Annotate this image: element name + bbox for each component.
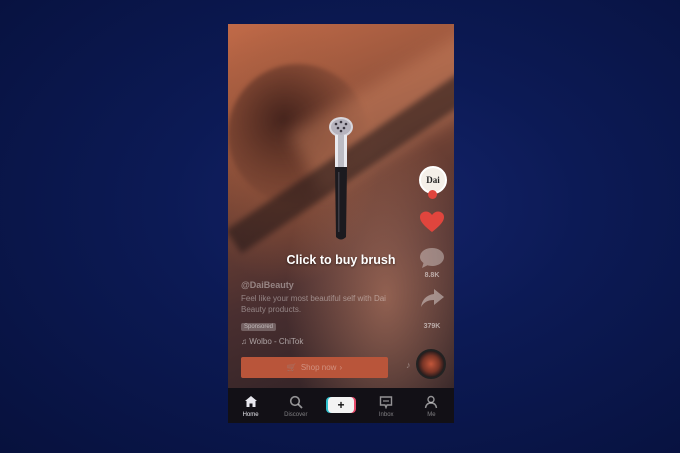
nav-item-create[interactable]: + bbox=[318, 388, 363, 423]
plus-icon: + bbox=[328, 397, 354, 413]
music-disc[interactable] bbox=[416, 349, 446, 379]
search-icon bbox=[289, 395, 303, 409]
comment-icon[interactable] bbox=[418, 246, 446, 270]
nav-label-discover: Discover bbox=[284, 412, 308, 418]
nav-label-me: Me bbox=[427, 412, 436, 418]
shop-now-label: Shop now bbox=[300, 363, 337, 372]
cart-icon: 🛒 bbox=[286, 363, 297, 372]
inbox-icon bbox=[380, 396, 393, 409]
nav-item-me[interactable]: Me bbox=[409, 388, 454, 423]
heart-icon[interactable] bbox=[418, 210, 446, 234]
floating-note-icon: ♪ bbox=[406, 360, 411, 370]
sponsored-badge: Sponsored bbox=[241, 323, 277, 331]
share-count: 379K bbox=[423, 323, 441, 330]
comment-count: 8.8K bbox=[424, 272, 440, 279]
nav-item-home[interactable]: Home bbox=[228, 388, 273, 423]
post-metadata: @DaiBeauty Feel like your most beautiful… bbox=[241, 280, 411, 346]
nav-item-discover[interactable]: Discover bbox=[273, 388, 318, 423]
chevron-right-icon: › bbox=[339, 363, 343, 372]
nav-item-inbox[interactable]: Inbox bbox=[364, 388, 409, 423]
makeup-brush-product[interactable] bbox=[328, 117, 354, 241]
bottom-nav: Home Discover + Inbox Me bbox=[228, 388, 454, 423]
profile-icon bbox=[425, 395, 438, 409]
music-note-icon: ♫ bbox=[241, 337, 247, 346]
avatar-text: Dai bbox=[426, 175, 440, 185]
music-track[interactable]: ♫ Wolbo - ChiTok bbox=[241, 337, 411, 346]
home-icon bbox=[244, 396, 257, 407]
creator-handle[interactable]: @DaiBeauty bbox=[241, 280, 411, 290]
nav-label-home: Home bbox=[242, 412, 259, 418]
follow-button[interactable] bbox=[428, 190, 437, 199]
phone-screen: Click to buy brush Dai 8.8K 379K @DaiBea… bbox=[228, 24, 454, 423]
share-icon[interactable] bbox=[418, 286, 446, 310]
post-description: Feel like your most beautiful self with … bbox=[241, 294, 386, 314]
music-track-label: Wolbo - ChiTok bbox=[249, 337, 304, 346]
shop-now-button[interactable]: 🛒 Shop now › bbox=[241, 357, 388, 378]
nav-label-inbox: Inbox bbox=[378, 412, 394, 418]
